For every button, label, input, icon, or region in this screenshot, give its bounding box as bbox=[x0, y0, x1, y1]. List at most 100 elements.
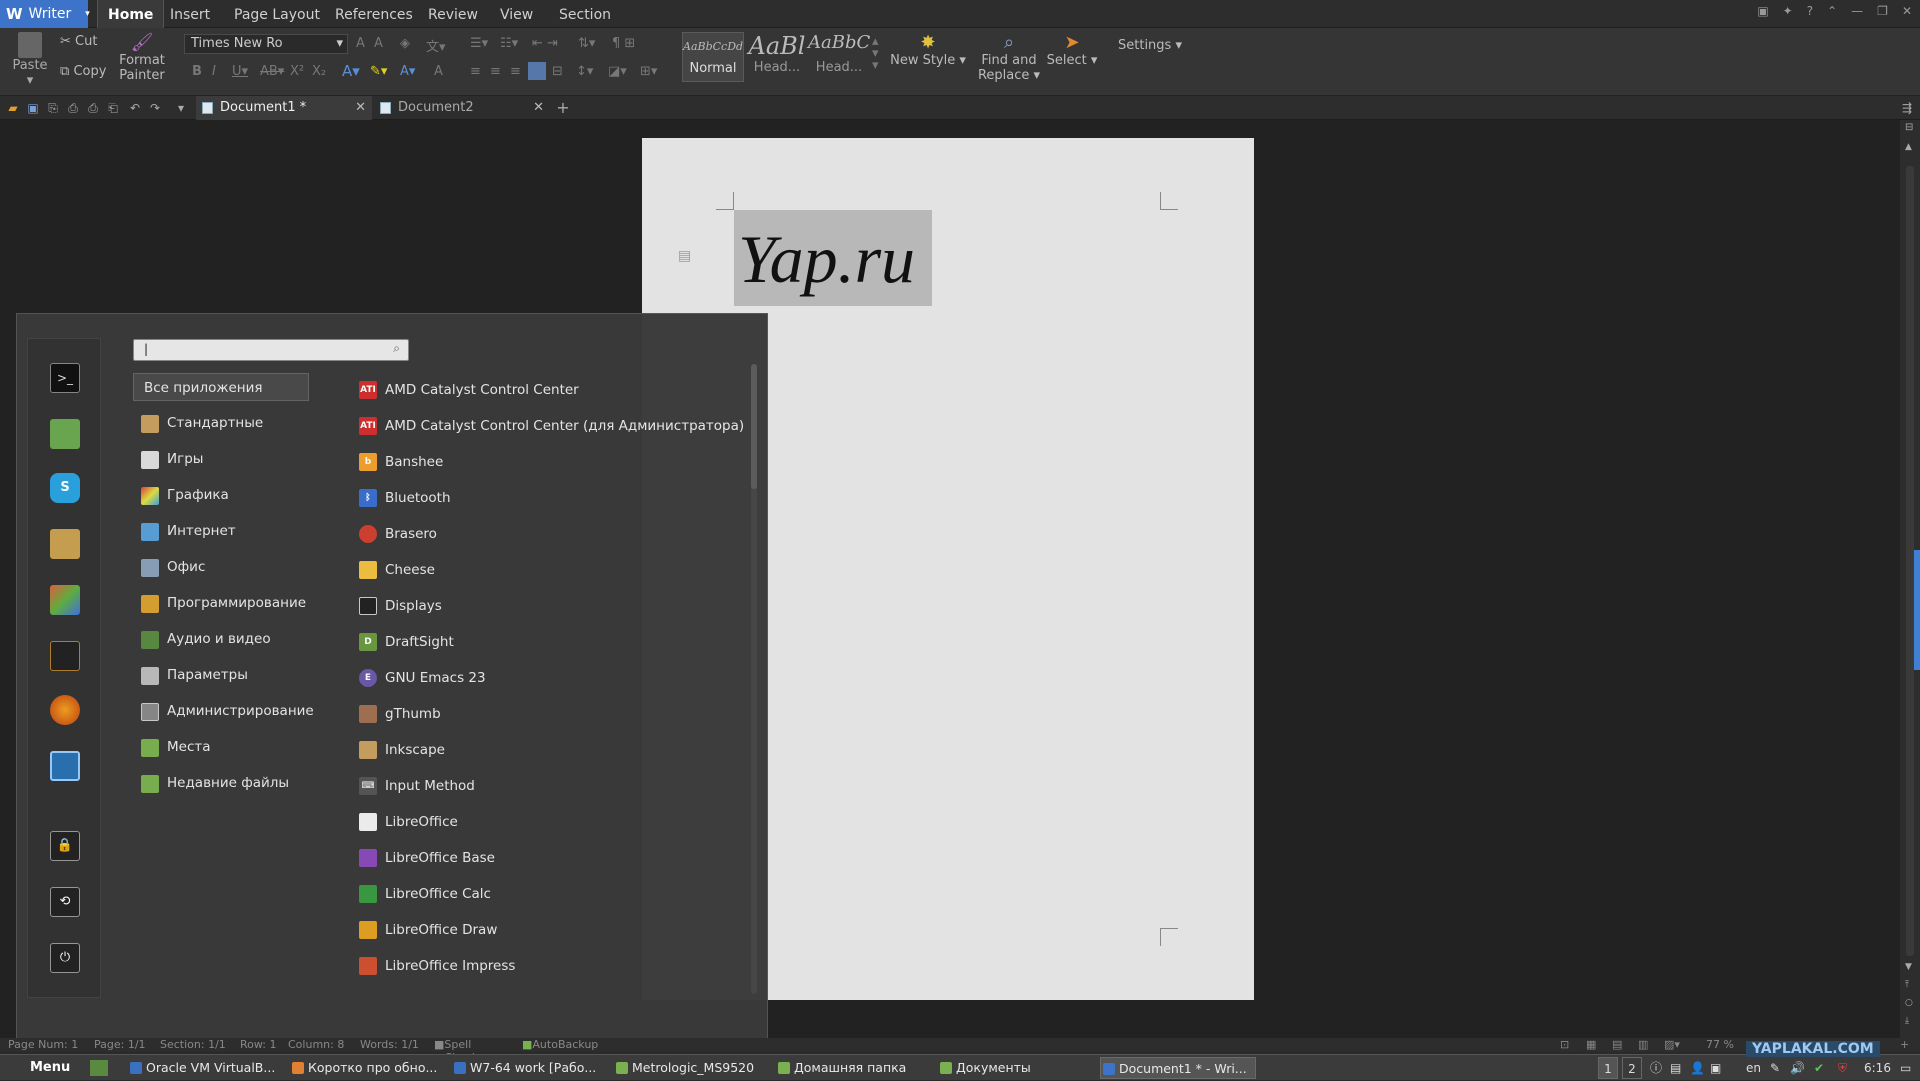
select-button[interactable]: ➤ Select ▾ bbox=[1046, 32, 1098, 68]
tab-section[interactable]: Section bbox=[549, 0, 621, 28]
task-browser[interactable]: Коротко про обно... bbox=[290, 1057, 440, 1079]
category-office[interactable]: Офис bbox=[133, 553, 309, 581]
document-text[interactable]: Yap.ru bbox=[738, 214, 915, 304]
fit-page-icon[interactable]: ⊡ bbox=[1560, 1038, 1569, 1051]
category-all-apps[interactable]: Все приложения bbox=[133, 373, 309, 401]
category-recent-files[interactable]: Недавние файлы bbox=[133, 769, 309, 797]
view-page-icon[interactable]: ▦ bbox=[1586, 1038, 1596, 1051]
subscript-icon[interactable]: X₂ bbox=[312, 64, 326, 79]
network-icon[interactable]: ✎ bbox=[1770, 1055, 1780, 1081]
tab-page-layout[interactable]: Page Layout bbox=[224, 0, 330, 28]
tab-list-icon[interactable]: ⇶ bbox=[1900, 101, 1914, 115]
system-monitor-icon[interactable] bbox=[50, 641, 80, 671]
category-graphics[interactable]: Графика bbox=[133, 481, 309, 509]
notifications-icon[interactable]: ▭ bbox=[1900, 1055, 1911, 1081]
status-autobackup[interactable]: ■ AutoBackup bbox=[522, 1038, 598, 1051]
tab-home[interactable]: Home bbox=[97, 0, 165, 28]
antivirus-icon[interactable]: ⛨ bbox=[1838, 1055, 1847, 1081]
print-preview-icon[interactable]: ⎙ bbox=[86, 101, 100, 115]
scroll-thumb[interactable] bbox=[1906, 166, 1914, 956]
task-virtualbox[interactable]: Oracle VM VirtualB... bbox=[128, 1057, 278, 1079]
tab-insert[interactable]: Insert bbox=[160, 0, 220, 28]
app-banshee[interactable]: b Banshee bbox=[357, 448, 443, 476]
next-page-icon[interactable]: ⤓ bbox=[1905, 1016, 1909, 1026]
redo-icon[interactable]: ↷ bbox=[148, 101, 162, 115]
view-outline-icon[interactable]: ▤ bbox=[1612, 1038, 1622, 1051]
info-icon[interactable]: ⓘ bbox=[1650, 1055, 1662, 1081]
app-libreoffice-draw[interactable]: LibreOffice Draw bbox=[357, 916, 497, 944]
security-icon[interactable]: ✔ bbox=[1814, 1055, 1824, 1081]
app-libreoffice-base[interactable]: LibreOffice Base bbox=[357, 844, 495, 872]
split-icon[interactable]: ⊟ bbox=[1905, 122, 1913, 133]
shrink-font-icon[interactable]: A bbox=[374, 36, 383, 51]
app-input-method[interactable]: ⌨ Input Method bbox=[357, 772, 475, 800]
update-icon[interactable]: ▣ bbox=[1710, 1055, 1721, 1081]
monitor-app-icon[interactable] bbox=[50, 751, 80, 781]
task-w7-work[interactable]: W7-64 work [Рабо... bbox=[452, 1057, 602, 1079]
close-icon[interactable]: ✕ bbox=[1902, 4, 1912, 18]
app-amd-catalyst-admin[interactable]: ATI AMD Catalyst Control Center (для Адми… bbox=[357, 412, 744, 440]
styles-scroll-icon[interactable]: ▴ ▾ ▾ bbox=[872, 35, 879, 72]
save-as-icon[interactable]: ⎘ bbox=[46, 101, 60, 115]
terminal-icon[interactable]: >_ bbox=[50, 363, 80, 393]
skin-icon[interactable]: ▣ bbox=[1757, 4, 1768, 18]
menu-scroll-thumb[interactable] bbox=[751, 364, 757, 489]
folder-icon[interactable] bbox=[50, 419, 80, 449]
justify-icon[interactable] bbox=[528, 62, 546, 80]
category-programming[interactable]: Программирование bbox=[133, 589, 309, 617]
category-accessories[interactable]: Стандартные bbox=[133, 409, 309, 437]
task-home-folder[interactable]: Домашняя папка bbox=[776, 1057, 926, 1079]
volume-icon[interactable]: 🔊 bbox=[1790, 1055, 1805, 1081]
highlight-icon[interactable]: ✎▾ bbox=[370, 64, 387, 79]
skype-icon[interactable]: S bbox=[50, 473, 80, 503]
italic-icon[interactable]: I bbox=[212, 64, 216, 79]
print-icon[interactable]: ⎙ bbox=[66, 101, 80, 115]
clear-format-icon[interactable]: ◈ bbox=[400, 36, 410, 51]
app-bluetooth[interactable]: ᛒ Bluetooth bbox=[357, 484, 451, 512]
font-color-icon[interactable]: A▾ bbox=[400, 64, 415, 79]
keyboard-layout[interactable]: en bbox=[1746, 1055, 1761, 1081]
vertical-scrollbar[interactable]: ⊟ ▲ ▼ ⤒ ○ ⤓ bbox=[1900, 120, 1920, 1038]
close-tab-icon[interactable]: ✕ bbox=[533, 96, 544, 120]
doc-tab-document2[interactable]: Document2 ✕ bbox=[374, 96, 550, 120]
borders-icon[interactable]: ⊞▾ bbox=[640, 64, 657, 79]
task-writer-document1[interactable]: Document1 * - Wri... bbox=[1100, 1057, 1256, 1079]
lock-screen-icon[interactable]: 🔒 bbox=[50, 831, 80, 861]
app-menu-button[interactable]: W Writer ▾ bbox=[0, 0, 90, 28]
align-right-icon[interactable]: ≡ bbox=[510, 64, 521, 79]
firefox-icon[interactable] bbox=[50, 695, 80, 725]
strikethrough-icon[interactable]: AB▾ bbox=[260, 64, 284, 79]
app-gthumb[interactable]: gThumb bbox=[357, 700, 441, 728]
scroll-down-icon[interactable]: ▼ bbox=[1905, 962, 1912, 972]
side-panel-handle[interactable] bbox=[1914, 550, 1920, 670]
format-painter-button[interactable]: 🖌 Format Painter bbox=[114, 32, 170, 83]
spellcheck-icon[interactable]: ⎗ bbox=[106, 101, 120, 115]
line-spacing-icon[interactable]: ↕▾ bbox=[576, 64, 593, 79]
help-icon[interactable]: ? bbox=[1807, 4, 1813, 18]
select-browse-icon[interactable]: ○ bbox=[1905, 998, 1913, 1008]
font-name-select[interactable]: Times New Ro ▾ bbox=[184, 34, 348, 54]
category-games[interactable]: Игры bbox=[133, 445, 309, 473]
app-libreoffice-impress[interactable]: LibreOffice Impress bbox=[357, 952, 515, 980]
text-effect-icon[interactable]: A▾ bbox=[342, 62, 360, 80]
image-viewer-icon[interactable] bbox=[50, 585, 80, 615]
tab-review[interactable]: Review bbox=[418, 0, 488, 28]
pin-icon[interactable]: ✦ bbox=[1783, 4, 1793, 18]
grow-font-icon[interactable]: A bbox=[356, 36, 365, 51]
pinyin-icon[interactable]: 文▾ bbox=[426, 36, 446, 55]
show-marks-icon[interactable]: ¶ ⊞ bbox=[612, 36, 635, 51]
scroll-up-icon[interactable]: ▲ bbox=[1905, 142, 1912, 152]
distribute-icon[interactable]: ⊟ bbox=[552, 64, 563, 79]
app-displays[interactable]: Displays bbox=[357, 592, 442, 620]
category-settings[interactable]: Параметры bbox=[133, 661, 309, 689]
shutdown-icon[interactable]: ⏻ bbox=[50, 943, 80, 973]
settings-button[interactable]: Settings ▾ bbox=[1118, 38, 1182, 53]
style-normal[interactable]: AaBbCcDd Normal bbox=[682, 32, 744, 82]
doc-tab-document1[interactable]: Document1 * ✕ bbox=[196, 96, 372, 120]
close-tab-icon[interactable]: ✕ bbox=[355, 96, 366, 120]
app-inkscape[interactable]: Inkscape bbox=[357, 736, 445, 764]
align-left-icon[interactable]: ≡ bbox=[470, 64, 481, 79]
tab-references[interactable]: References bbox=[325, 0, 423, 28]
style-heading1[interactable]: AaBl Head... bbox=[746, 32, 808, 82]
task-metrologic[interactable]: Metrologic_MS9520 bbox=[614, 1057, 764, 1079]
